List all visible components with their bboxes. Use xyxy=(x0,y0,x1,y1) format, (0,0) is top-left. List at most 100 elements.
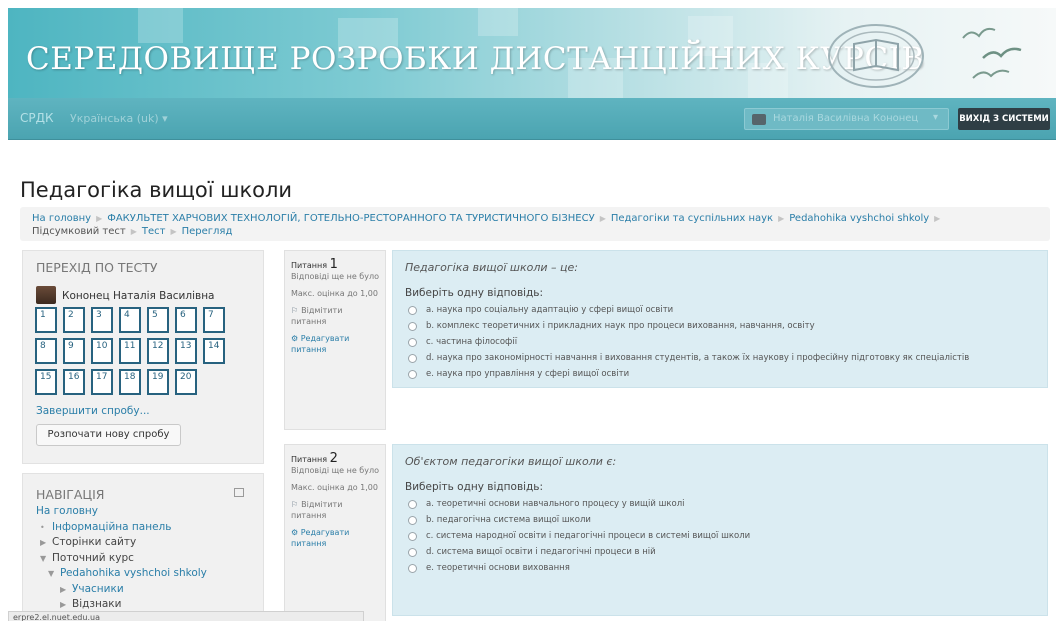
question-nav-button[interactable]: 14 xyxy=(203,338,225,364)
edit-question-link[interactable]: ⚙ Редагувати питання xyxy=(291,527,379,549)
question-nav-button[interactable]: 12 xyxy=(147,338,169,364)
radio-button[interactable] xyxy=(408,499,417,509)
banner-tile xyxy=(138,8,183,43)
breadcrumb-item[interactable]: Pedahohika vyshchoi shkoly xyxy=(789,213,929,224)
radio-button[interactable] xyxy=(408,369,417,379)
radio-button[interactable] xyxy=(408,563,417,573)
language-menu[interactable]: Українська (uk) ▾ xyxy=(70,112,168,125)
breadcrumb-separator-icon: ▶ xyxy=(130,227,137,236)
breadcrumb-item[interactable]: ФАКУЛЬТЕТ ХАРЧОВИХ ТЕХНОЛОГІЙ, ГОТЕЛЬНО-… xyxy=(107,213,594,224)
collapse-icon[interactable] xyxy=(234,488,244,497)
nav-item-label: Інформаційна панель xyxy=(52,520,172,533)
answer-label: b. педагогічна система вищої школи xyxy=(426,515,591,525)
nav-item-label: Поточний курс xyxy=(52,551,134,564)
brand-link[interactable]: СРДК xyxy=(20,111,54,125)
question-nav-button[interactable]: 5 xyxy=(147,307,169,333)
question-nav-button[interactable]: 17 xyxy=(91,369,113,395)
answer-label: b. комплекс теоретичних і прикладних нау… xyxy=(426,321,815,331)
radio-button[interactable] xyxy=(408,531,417,541)
radio-button[interactable] xyxy=(408,515,417,525)
collapse-arrow-icon: ▼ xyxy=(40,553,47,563)
radio-button[interactable] xyxy=(408,353,417,363)
question-nav-button[interactable]: 20 xyxy=(175,369,197,395)
breadcrumb-item[interactable]: Тест xyxy=(142,226,166,237)
answer-option[interactable]: d. наука про закономірності навчання і в… xyxy=(405,350,1047,366)
nav-item[interactable]: ▶ Сторінки сайту xyxy=(36,535,207,551)
answer-label: e. теоретичні основи виховання xyxy=(426,563,570,573)
answer-option[interactable]: c. частина філософії xyxy=(405,334,1047,350)
flag-icon: ⚐ xyxy=(291,306,299,315)
question-nav-button[interactable]: 7 xyxy=(203,307,225,333)
new-attempt-button[interactable]: Розпочати нову спробу xyxy=(36,424,181,446)
answer-label: a. наука про соціальну адаптацію у сфері… xyxy=(426,305,674,315)
edit-question-link[interactable]: ⚙ Редагувати питання xyxy=(291,333,379,355)
answer-option[interactable]: c. система народної освіти і педагогічні… xyxy=(405,528,1047,544)
answer-option[interactable]: e. наука про управління у сфері вищої ос… xyxy=(405,366,1047,382)
nav-item[interactable]: На головну xyxy=(36,504,207,520)
flag-question[interactable]: ⚐ Відмітити питання xyxy=(291,305,379,327)
question-content: Об'єктом педагогіки вищої школи є: Вибер… xyxy=(392,444,1048,616)
nav-item-label: Відзнаки xyxy=(72,598,122,610)
answer-option[interactable]: d. система вищої освіти і педагогічні пр… xyxy=(405,544,1047,560)
question-nav-button[interactable]: 15 xyxy=(35,369,57,395)
radio-button[interactable] xyxy=(408,337,417,347)
question-nav-button[interactable]: 11 xyxy=(119,338,141,364)
question-nav-button[interactable]: 18 xyxy=(119,369,141,395)
top-navbar: СРДК Українська (uk) ▾ Наталія Василівна… xyxy=(8,98,1056,140)
breadcrumb-item[interactable]: Перегляд xyxy=(182,226,233,237)
question-nav-button[interactable]: 13 xyxy=(175,338,197,364)
answer-option[interactable]: b. комплекс теоретичних і прикладних нау… xyxy=(405,318,1047,334)
answer-option[interactable]: a. наука про соціальну адаптацію у сфері… xyxy=(405,302,1047,318)
question-text: Педагогіка вищої школи – це: xyxy=(405,261,578,274)
breadcrumb-separator-icon: ▶ xyxy=(934,214,941,223)
answer-label: e. наука про управління у сфері вищої ос… xyxy=(426,369,630,379)
question-nav-button[interactable]: 4 xyxy=(119,307,141,333)
nav-item[interactable]: ▼ Поточний курс xyxy=(36,551,207,567)
answer-prompt: Виберіть одну відповідь: xyxy=(405,481,544,493)
page-title: Педагогіка вищої школи xyxy=(20,178,293,202)
radio-button[interactable] xyxy=(408,321,417,331)
question-nav-button[interactable]: 9 xyxy=(63,338,85,364)
finish-attempt-link[interactable]: Завершити спробу... xyxy=(36,405,150,417)
question-nav-button[interactable]: 10 xyxy=(91,338,113,364)
flag-label: Відмітити питання xyxy=(291,306,343,326)
logout-button[interactable]: ВИХІД З СИСТЕМИ xyxy=(958,108,1050,130)
header-banner: СЕРЕДОВИЩЕ РОЗРОБКИ ДИСТАНЦІЙНИХ КУРСІВ xyxy=(8,8,1056,98)
radio-button[interactable] xyxy=(408,547,417,557)
question-nav-button[interactable]: 3 xyxy=(91,307,113,333)
question-nav-button[interactable]: 8 xyxy=(35,338,57,364)
breadcrumb-item[interactable]: Педагогіки та суспільних наук xyxy=(611,213,773,224)
gear-icon: ⚙ xyxy=(291,334,301,343)
question-nav-button[interactable]: 16 xyxy=(63,369,85,395)
answer-label: a. теоретичні основи навчального процесу… xyxy=(426,499,685,509)
nav-item[interactable]: ▶ Учасники xyxy=(36,582,207,598)
expand-icon: ▶ xyxy=(60,584,67,594)
breadcrumb-separator-icon: ▶ xyxy=(96,214,103,223)
edit-label: Редагувати питання xyxy=(291,528,350,548)
question-label: Питання xyxy=(291,455,328,464)
question-nav-button[interactable]: 6 xyxy=(175,307,197,333)
answer-option[interactable]: b. педагогічна система вищої школи xyxy=(405,512,1047,528)
flag-question[interactable]: ⚐ Відмітити питання xyxy=(291,499,379,521)
question-status: Відповіді ще не було xyxy=(291,466,379,475)
expand-icon: ▶ xyxy=(40,538,47,547)
user-menu-name: Наталія Василівна Кононец xyxy=(773,113,919,124)
breadcrumb-item[interactable]: На головну xyxy=(32,213,91,224)
answer-option[interactable]: a. теоретичні основи навчального процесу… xyxy=(405,496,1047,512)
answer-label: d. система вищої освіти і педагогічні пр… xyxy=(426,547,656,557)
chevron-down-icon: ▾ xyxy=(933,112,939,123)
question-nav-button[interactable]: 2 xyxy=(63,307,85,333)
nav-item[interactable]: ▼ Pedahohika vyshchoi shkoly xyxy=(36,566,207,582)
question-nav-button[interactable]: 19 xyxy=(147,369,169,395)
question-text: Об'єктом педагогіки вищої школи є: xyxy=(405,455,617,468)
question-nav-button[interactable]: 1 xyxy=(35,307,57,333)
question-number-value: 1 xyxy=(329,257,338,272)
question-number: Питання 2 xyxy=(291,452,385,465)
nav-item-label: На головну xyxy=(36,505,99,517)
gear-icon: ⚙ xyxy=(291,528,301,537)
nav-item[interactable]: • Інформаційна панель xyxy=(36,520,207,536)
radio-button[interactable] xyxy=(408,305,417,315)
user-menu[interactable]: Наталія Василівна Кононец ▾ xyxy=(744,108,949,130)
answer-option[interactable]: e. теоретичні основи виховання xyxy=(405,560,1047,576)
browser-status-bar: erpre2.el.nuet.edu.ua xyxy=(8,611,364,621)
